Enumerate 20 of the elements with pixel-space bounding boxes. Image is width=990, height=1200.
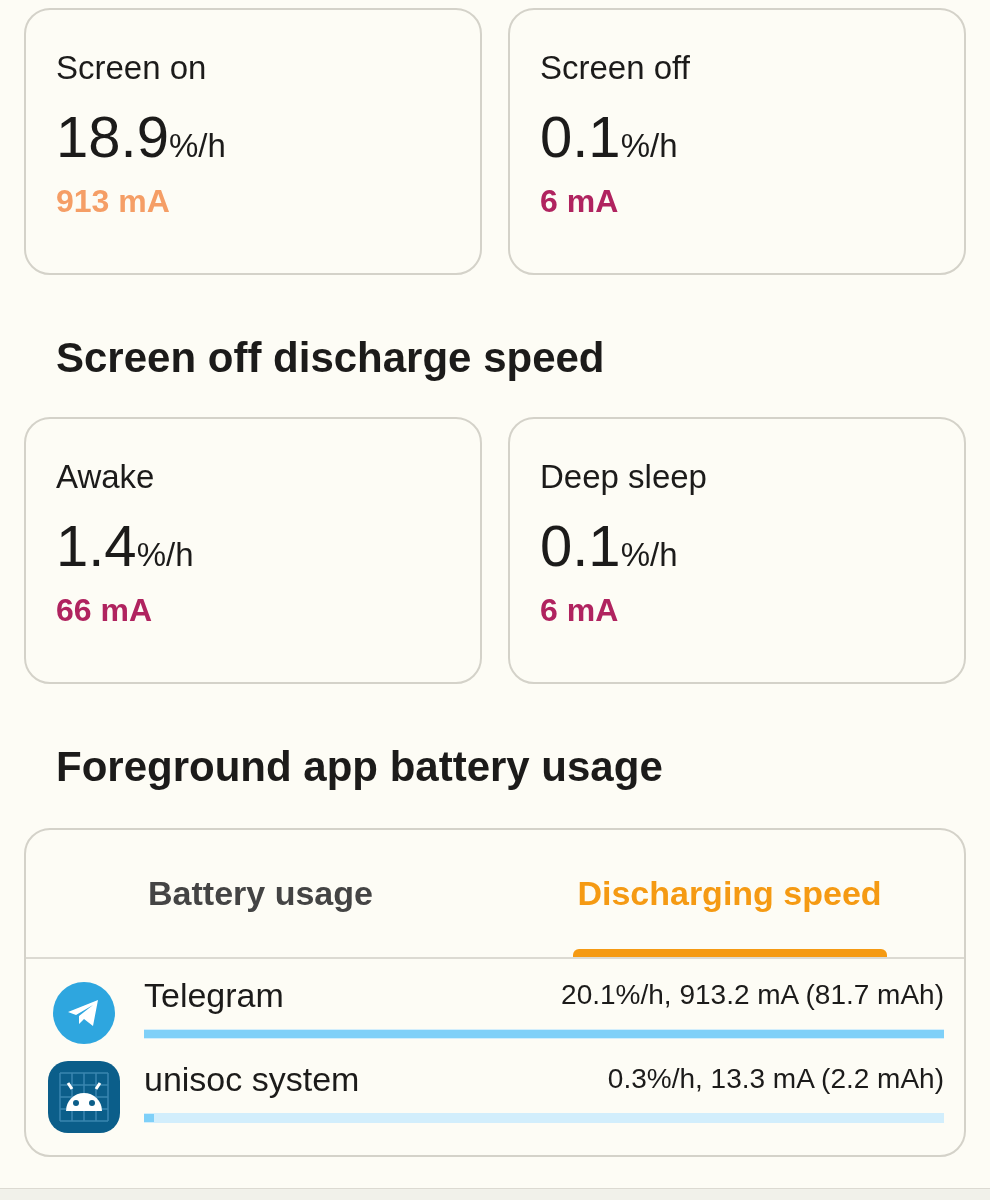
stat-label: Deep sleep [540, 457, 708, 497]
app-name: unisoc system [144, 1059, 360, 1099]
section-title: Foreground app battery usage [55, 742, 664, 792]
app-name: Telegram [144, 975, 284, 1015]
app-usage-stats: 20.1%/h, 913.2 mA (81.7 mAh) [561, 978, 944, 1012]
stat-label: Screen on [56, 48, 208, 88]
stat-label: Screen off [540, 48, 691, 88]
stat-value: 0.1%/h [540, 104, 678, 171]
stat-current: 913 mA [56, 182, 171, 221]
app-usage-stats: 0.3%/h, 13.3 mA (2.2 mAh) [607, 1062, 944, 1096]
stat-value: 18.9%/h [56, 104, 226, 171]
stat-current: 6 mA [540, 182, 620, 221]
stat-label: Awake [56, 457, 156, 497]
section-title: Screen off discharge speed [55, 333, 606, 383]
android-icon [46, 1059, 122, 1135]
stat-current: 6 mA [540, 591, 620, 630]
stat-current: 66 mA [56, 591, 154, 630]
stat-value: 0.1%/h [540, 513, 678, 580]
tab[interactable]: Battery usage [26, 830, 495, 957]
stat-value: 1.4%/h [56, 513, 194, 580]
